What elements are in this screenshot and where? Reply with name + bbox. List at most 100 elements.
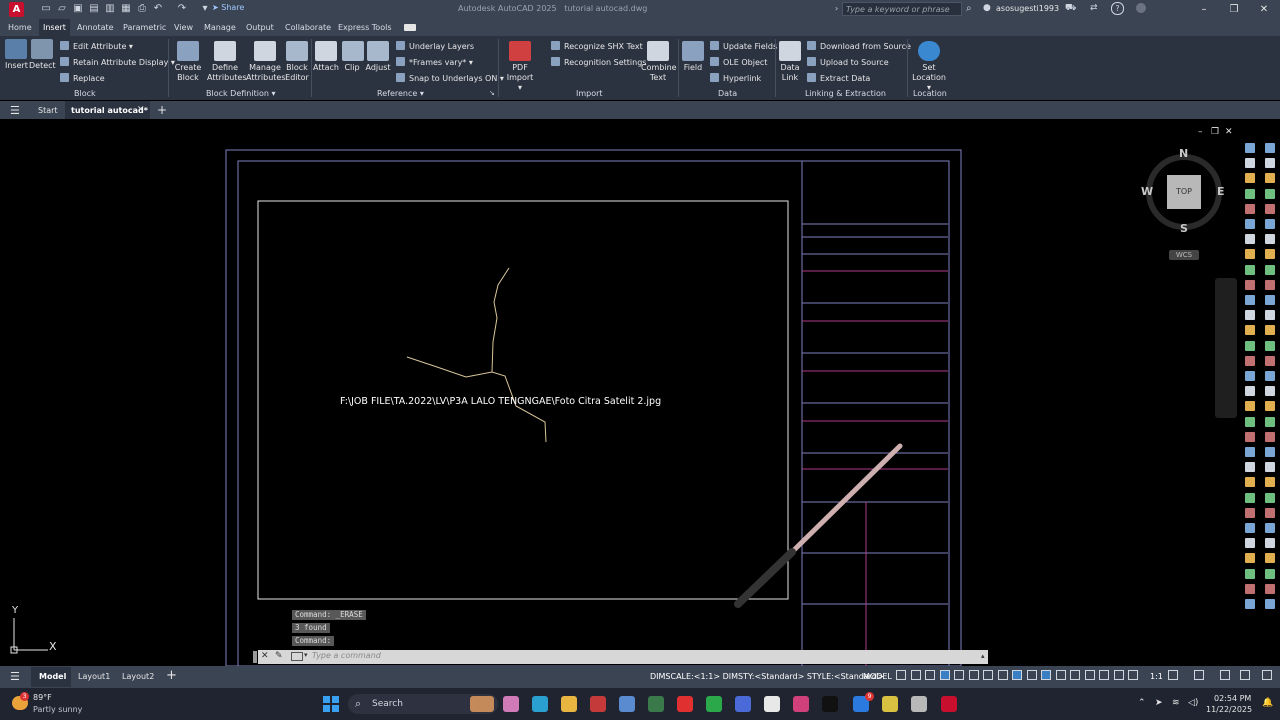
status-toggle-icon[interactable] <box>1084 670 1095 680</box>
toolbar-tool-icon[interactable] <box>1265 401 1275 412</box>
ole-object-button[interactable]: OLE Object <box>710 57 767 67</box>
taskbar-game-icon[interactable] <box>470 696 494 712</box>
save-as-icon[interactable]: ▤ <box>88 3 100 15</box>
edit-attribute-button[interactable]: Edit Attribute ▾ <box>60 41 133 51</box>
toolbar-tool-icon[interactable] <box>1265 188 1275 199</box>
replace-button[interactable]: Replace <box>60 73 105 83</box>
status-toggle-icon[interactable] <box>925 670 935 680</box>
status-toggle-icon[interactable] <box>910 670 921 680</box>
define-attributes-button[interactable]: Define Attributes <box>207 41 247 83</box>
hamburger-menu-icon[interactable]: ☰ <box>10 104 20 117</box>
toolbar-tool-icon[interactable] <box>1265 355 1275 366</box>
compass-south[interactable]: S <box>1180 222 1188 235</box>
toolbar-tool-icon[interactable] <box>1265 583 1275 594</box>
toolbar-tool-icon[interactable] <box>1245 249 1255 260</box>
toolbar-tool-icon[interactable] <box>1245 447 1255 457</box>
tab-output[interactable]: Output <box>244 23 276 32</box>
tab-annotate[interactable]: Annotate <box>75 23 116 32</box>
toolbar-tool-icon[interactable] <box>1265 386 1275 397</box>
command-customize-icon[interactable]: ✎ <box>275 651 283 661</box>
toolbar-tool-icon[interactable] <box>1265 371 1275 381</box>
close-window-button[interactable]: ✕ <box>1254 2 1274 17</box>
toolbar-tool-icon[interactable] <box>1265 538 1275 549</box>
toolbar-tool-icon[interactable] <box>1245 279 1255 290</box>
toolbar-tool-icon[interactable] <box>1265 310 1275 321</box>
status-toggle-icon[interactable] <box>997 670 1008 680</box>
help-search-input[interactable]: Type a keyword or phrase <box>842 2 962 16</box>
toolbar-tool-icon[interactable] <box>1265 523 1275 533</box>
taskbar-youtube-icon[interactable] <box>677 696 693 712</box>
toolbar-tool-icon[interactable] <box>1265 279 1275 290</box>
viewport-close-icon[interactable]: ✕ <box>1225 127 1233 137</box>
weather-description[interactable]: Partly sunny <box>33 705 82 714</box>
share-button[interactable]: ➤ Share <box>212 3 244 12</box>
weather-temperature[interactable]: 89°F <box>33 693 52 702</box>
undo-icon[interactable]: ↶ <box>152 3 164 15</box>
toolbar-tool-icon[interactable] <box>1245 188 1255 199</box>
toolbar-tool-icon[interactable] <box>1245 492 1255 503</box>
toolbar-tool-icon[interactable] <box>1265 507 1275 518</box>
toolbar-tool-icon[interactable] <box>1245 568 1255 579</box>
combine-text-button[interactable]: Combine Text <box>641 41 677 83</box>
status-toggle-icon[interactable] <box>1194 670 1204 680</box>
command-expand-icon[interactable]: ▴ <box>981 652 985 660</box>
toolbar-tool-icon[interactable] <box>1265 203 1275 214</box>
block-editor-button[interactable]: Block Editor <box>285 41 309 83</box>
tab-express-tools[interactable]: Express Tools <box>336 23 394 32</box>
toolbar-tool-icon[interactable] <box>1265 568 1275 579</box>
tray-overflow-icon[interactable]: ⌃ <box>1138 698 1146 708</box>
minimize-window-button[interactable]: – <box>1194 2 1214 17</box>
reference-dialog-launcher-icon[interactable]: ↘ <box>489 89 495 97</box>
taskbar-autocad-icon[interactable] <box>941 696 957 712</box>
status-toggle-icon[interactable] <box>896 670 906 680</box>
toolbar-tool-icon[interactable] <box>1245 203 1255 214</box>
open-file-icon[interactable]: ▱ <box>56 3 68 15</box>
save-icon[interactable]: ▣ <box>72 3 84 15</box>
compass-east[interactable]: E <box>1217 185 1225 198</box>
toolbar-tool-icon[interactable] <box>1265 173 1275 184</box>
toolbar-tool-icon[interactable] <box>1265 325 1275 336</box>
volume-icon[interactable]: ◁) <box>1188 698 1198 708</box>
redo-icon[interactable]: ↷ <box>176 3 188 15</box>
toolbar-tool-icon[interactable] <box>1265 264 1275 275</box>
ribbon-panel-toggle-icon[interactable] <box>404 24 416 31</box>
taskbar-app-icon[interactable] <box>882 696 898 712</box>
doc-tab-start[interactable]: Start <box>38 106 58 115</box>
hyperlink-button[interactable]: Hyperlink <box>710 73 761 83</box>
taskbar-edge-icon[interactable] <box>532 696 548 712</box>
snap-to-underlays-dropdown[interactable]: Snap to Underlays ON ▾ <box>396 73 504 83</box>
clock-time[interactable]: 02:54 PM <box>1214 694 1251 703</box>
app-menu-button[interactable]: A <box>9 2 24 17</box>
toolbar-tool-icon[interactable] <box>1245 538 1255 549</box>
tab-insert[interactable]: Insert <box>39 19 70 36</box>
model-space-toggle[interactable]: MODEL <box>863 672 892 681</box>
group-label-block-definition[interactable]: Block Definition ▾ <box>206 89 275 98</box>
drawing-svg[interactable] <box>0 120 1280 666</box>
taskbar-app-icon[interactable] <box>764 696 780 712</box>
toolbar-tool-icon[interactable] <box>1245 340 1255 351</box>
new-tab-icon[interactable]: + <box>157 103 167 117</box>
status-toggle-icon[interactable] <box>1128 670 1138 680</box>
network-icon[interactable]: ⇄ <box>1090 3 1098 13</box>
toolbar-tool-icon[interactable] <box>1265 477 1275 488</box>
toolbar-tool-icon[interactable] <box>1265 295 1275 305</box>
viewport-minimize-icon[interactable]: – <box>1198 127 1203 137</box>
toolbar-tool-icon[interactable] <box>1245 462 1255 473</box>
insert-button[interactable]: Insert <box>5 39 28 71</box>
tab-view[interactable]: View <box>172 23 195 32</box>
toolbar-tool-icon[interactable] <box>1265 492 1275 503</box>
compass-north[interactable]: N <box>1179 147 1188 160</box>
toolbar-tool-icon[interactable] <box>1245 234 1255 245</box>
taskbar-tiktok-icon[interactable] <box>822 696 838 712</box>
tab-collaborate[interactable]: Collaborate <box>283 23 333 32</box>
taskbar-app-icon[interactable] <box>619 696 635 712</box>
toolbar-tool-icon[interactable] <box>1265 340 1275 351</box>
annotation-scale[interactable]: 1:1 <box>1150 672 1163 681</box>
tray-location-icon[interactable]: ➤ <box>1155 698 1163 708</box>
navigation-bar[interactable] <box>1215 278 1237 418</box>
restore-window-button[interactable]: ❐ <box>1224 2 1244 17</box>
layout-menu-icon[interactable]: ☰ <box>10 670 20 683</box>
toolbar-tool-icon[interactable] <box>1245 416 1255 427</box>
compass-west[interactable]: W <box>1141 185 1153 198</box>
layout-tab-layout1[interactable]: Layout1 <box>78 672 110 681</box>
